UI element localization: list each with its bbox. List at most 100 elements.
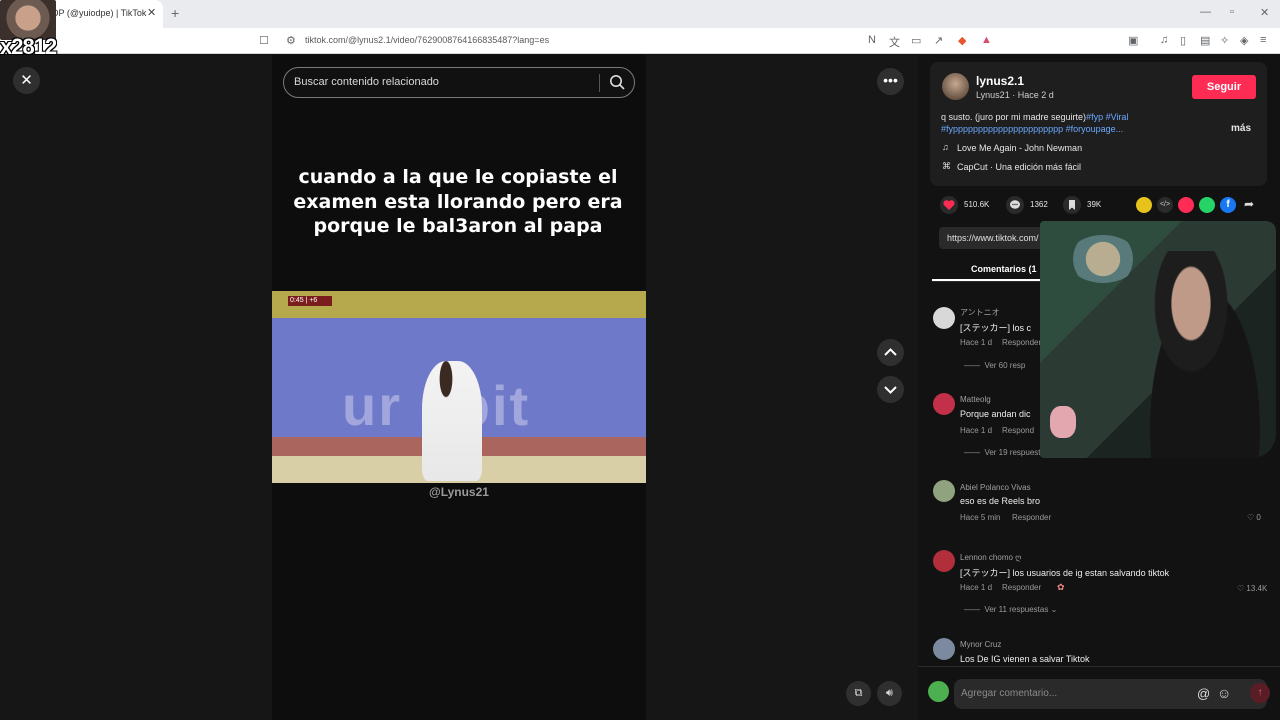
tab-comments[interactable]: Comentarios (1 <box>971 264 1037 274</box>
comment-time: Hace 1 d <box>960 338 993 347</box>
likes-count: 510.6K <box>964 200 990 209</box>
vpn-icon[interactable]: ◈ <box>1240 34 1248 47</box>
comment-time: Hace 1 d <box>960 426 993 435</box>
video-watermark: @Lynus21 <box>429 485 489 499</box>
comment-like[interactable]: ♡ 13.4K <box>1237 584 1267 593</box>
bookmark-icon[interactable] <box>1063 196 1081 214</box>
sidebar-toggle-icon[interactable]: ▣ <box>1128 34 1138 47</box>
description-hashtags-line2[interactable]: #fypppppppppppppppppppppp #foryoupage... <box>941 124 1123 134</box>
clip-scoreboard: 0:45 | +6 <box>288 296 332 306</box>
url-field[interactable]: tiktok.com/@lynus2.1/video/7629008764166… <box>305 35 549 45</box>
stream-overlay-count: x2812 <box>0 34 57 59</box>
comment-avatar[interactable] <box>933 550 955 572</box>
maximize-icon[interactable]: ▫ <box>1230 6 1234 18</box>
tiktok-page: ✕ Buscar contenido relacionado cuando a … <box>0 55 1280 720</box>
comment-like-count: 0 <box>1256 513 1261 522</box>
comment-text: Los De IG vienen a salvar Tiktok <box>960 654 1090 664</box>
video-clip: 0:45 | +6 ur nbit <box>272 291 646 483</box>
facebook-icon[interactable]: f <box>1220 197 1236 213</box>
comment-time: Hace 1 d <box>960 583 993 592</box>
webcam-mascot <box>1050 406 1076 438</box>
search-divider <box>599 74 600 92</box>
ai-icon[interactable]: ✧ <box>1220 34 1229 47</box>
comment-user[interactable]: Abiel Polanco Vivas <box>960 483 1031 492</box>
pip-icon[interactable]: ⧉ <box>846 681 871 706</box>
webcam-person <box>1135 251 1275 458</box>
translate-icon[interactable]: 文 <box>889 34 900 50</box>
wallet-icon[interactable]: ▤ <box>1200 34 1210 47</box>
comment-avatar[interactable] <box>933 480 955 502</box>
description-text: q susto. (juro por mi madre seguirte)#fy… <box>941 112 1128 122</box>
comment-time: Hace 5 min <box>960 513 1001 522</box>
site-info-icon[interactable]: ⚙ <box>286 34 296 47</box>
comment-avatar[interactable] <box>933 307 955 329</box>
share-page-icon[interactable]: ↗ <box>934 34 943 47</box>
chevron-down-icon[interactable] <box>877 376 904 403</box>
reader-icon[interactable]: N <box>868 34 876 46</box>
comment-reply[interactable]: Respond <box>1002 426 1034 435</box>
close-icon[interactable]: ✕ <box>13 67 40 94</box>
comment-view-replies[interactable]: —— Ver 60 resp <box>964 361 1025 370</box>
webcam-overlay <box>1040 221 1276 458</box>
comment-user[interactable]: Matteolg <box>960 395 991 404</box>
input-divider <box>918 666 1280 667</box>
description-plain: q susto. (juro por mi madre seguirte) <box>941 112 1087 122</box>
bookmark-page-icon[interactable]: ☐ <box>259 34 269 47</box>
comment-reply[interactable]: Responder <box>1002 583 1041 592</box>
window-close-icon[interactable]: ✕ <box>1260 6 1269 19</box>
user-avatar[interactable] <box>928 681 949 702</box>
comment-text: [ステッカー] los usuarios de ig estan salvand… <box>960 568 1170 578</box>
comment-user[interactable]: Mynor Cruz <box>960 640 1001 649</box>
brave-shield-icon[interactable]: ◆ <box>958 34 966 47</box>
search-icon[interactable] <box>609 74 626 91</box>
comment-user[interactable]: アントニオ <box>960 307 1000 318</box>
comment-reply[interactable]: Responder <box>1002 338 1041 347</box>
media-icon[interactable]: ♫ <box>1160 34 1168 46</box>
more-link[interactable]: más <box>1231 123 1251 134</box>
search-input[interactable]: Buscar contenido relacionado <box>283 67 635 98</box>
video-caption: cuando a la que le copiaste el examen es… <box>293 166 623 237</box>
volume-icon[interactable]: 🔊︎ <box>877 681 902 706</box>
author-avatar[interactable] <box>942 73 969 100</box>
comment-view-replies[interactable]: —— Ver 11 respuestas ⌄ <box>964 605 1057 614</box>
cast-icon[interactable]: ▭ <box>911 34 921 47</box>
comment-like[interactable]: ♡ 0 <box>1247 513 1261 522</box>
comments-count: 1362 <box>1030 200 1048 209</box>
heart-icon[interactable] <box>940 196 958 214</box>
comment-view-replies[interactable]: —— Ver 19 respuestas <box>964 448 1049 457</box>
whatsapp-icon[interactable] <box>1199 197 1215 213</box>
emoji-icon[interactable]: ☺ <box>1217 685 1231 701</box>
more-icon[interactable]: ••• <box>877 68 904 95</box>
comment-text: Porque andan dic <box>960 409 1031 419</box>
comment-reply[interactable]: Responder <box>1012 513 1051 522</box>
reading-list-icon[interactable]: ▯ <box>1180 34 1186 47</box>
comment-input-placeholder: Agregar comentario... <box>961 688 1058 699</box>
embed-icon[interactable]: </> <box>1157 197 1173 213</box>
copy-link-box[interactable]: https://www.tiktok.com/ <box>939 227 1049 249</box>
send-share-icon[interactable] <box>1178 197 1194 213</box>
menu-icon[interactable]: ≡ <box>1260 34 1266 46</box>
comment-avatar[interactable] <box>933 393 955 415</box>
comment-icon[interactable] <box>1006 196 1024 214</box>
mention-icon[interactable]: @ <box>1197 686 1210 701</box>
comment-user[interactable]: Lennon chomo ღ <box>960 553 1021 562</box>
new-tab-button[interactable]: + <box>171 5 179 21</box>
chevron-up-icon[interactable] <box>877 339 904 366</box>
minimize-icon[interactable]: — <box>1200 6 1211 18</box>
send-icon[interactable]: ↑ <box>1250 683 1270 703</box>
saves-count: 39K <box>1087 200 1102 209</box>
tab-close-icon[interactable]: ✕ <box>147 6 156 19</box>
follow-button[interactable]: Seguir <box>1192 75 1256 99</box>
author-username[interactable]: lynus2.1 <box>976 74 1024 88</box>
capcut-link[interactable]: CapCut · Una edición más fácil <box>957 162 1081 172</box>
brave-rewards-icon[interactable]: ▲ <box>981 34 992 46</box>
music-title[interactable]: Love Me Again - John Newman <box>957 143 1082 153</box>
share-arrow-icon[interactable]: ➦ <box>1244 197 1254 211</box>
tab-title: DP (@yuiodpe) | TikTok <box>52 8 147 18</box>
comment-avatar[interactable] <box>933 638 955 660</box>
description-hashtags[interactable]: #fyp #Viral <box>1086 112 1128 122</box>
comment-like-count: 13.4K <box>1246 584 1268 593</box>
emoji-share-icon[interactable] <box>1136 197 1152 213</box>
address-bar: ☐ ⚙ tiktok.com/@lynus2.1/video/762900876… <box>0 28 1280 54</box>
comment-input[interactable]: Agregar comentario... @ ☺ <box>954 679 1267 709</box>
